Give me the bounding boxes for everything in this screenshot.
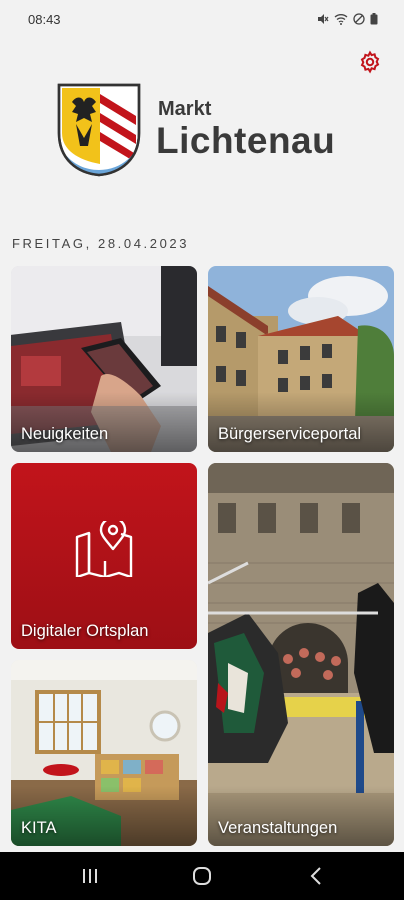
- map-pin-icon: [75, 521, 133, 577]
- settings-button[interactable]: [358, 50, 382, 74]
- tile-portal[interactable]: Bürgerserviceportal: [208, 266, 394, 452]
- home-button[interactable]: [182, 862, 222, 890]
- tile-label: Digitaler Ortsplan: [21, 622, 149, 640]
- tile-news[interactable]: Neuigkeiten: [11, 266, 197, 452]
- coat-of-arms: [57, 83, 141, 177]
- tile-label: Neuigkeiten: [21, 425, 109, 443]
- tile-label: Bürgerserviceportal: [218, 425, 362, 443]
- wifi-icon: [334, 12, 348, 30]
- tile-label: KITA: [21, 819, 57, 837]
- navigation-bar: [0, 852, 404, 900]
- gear-icon: [360, 50, 380, 74]
- dnd-icon: [353, 12, 365, 30]
- tile-kita[interactable]: KITA: [11, 660, 197, 846]
- tile-events[interactable]: Veranstaltungen: [208, 463, 394, 846]
- tile-label: Veranstaltungen: [218, 819, 338, 837]
- battery-icon: [370, 12, 378, 30]
- town-logo: Markt Lichtenau: [56, 82, 366, 182]
- town-name: Lichtenau: [156, 120, 336, 161]
- home-icon: [193, 867, 211, 885]
- date-line: FREITAG, 28.04.2023: [12, 236, 190, 251]
- status-icons: [317, 12, 378, 30]
- back-icon: [310, 867, 321, 885]
- status-bar: 08:43: [0, 0, 404, 40]
- mute-icon: [317, 12, 329, 30]
- town-prefix: Markt: [158, 98, 212, 120]
- recent-apps-button[interactable]: [70, 862, 110, 890]
- back-button[interactable]: [296, 862, 336, 890]
- status-time: 08:43: [28, 12, 61, 27]
- tile-map[interactable]: Digitaler Ortsplan: [11, 463, 197, 649]
- recent-apps-icon: [83, 869, 97, 883]
